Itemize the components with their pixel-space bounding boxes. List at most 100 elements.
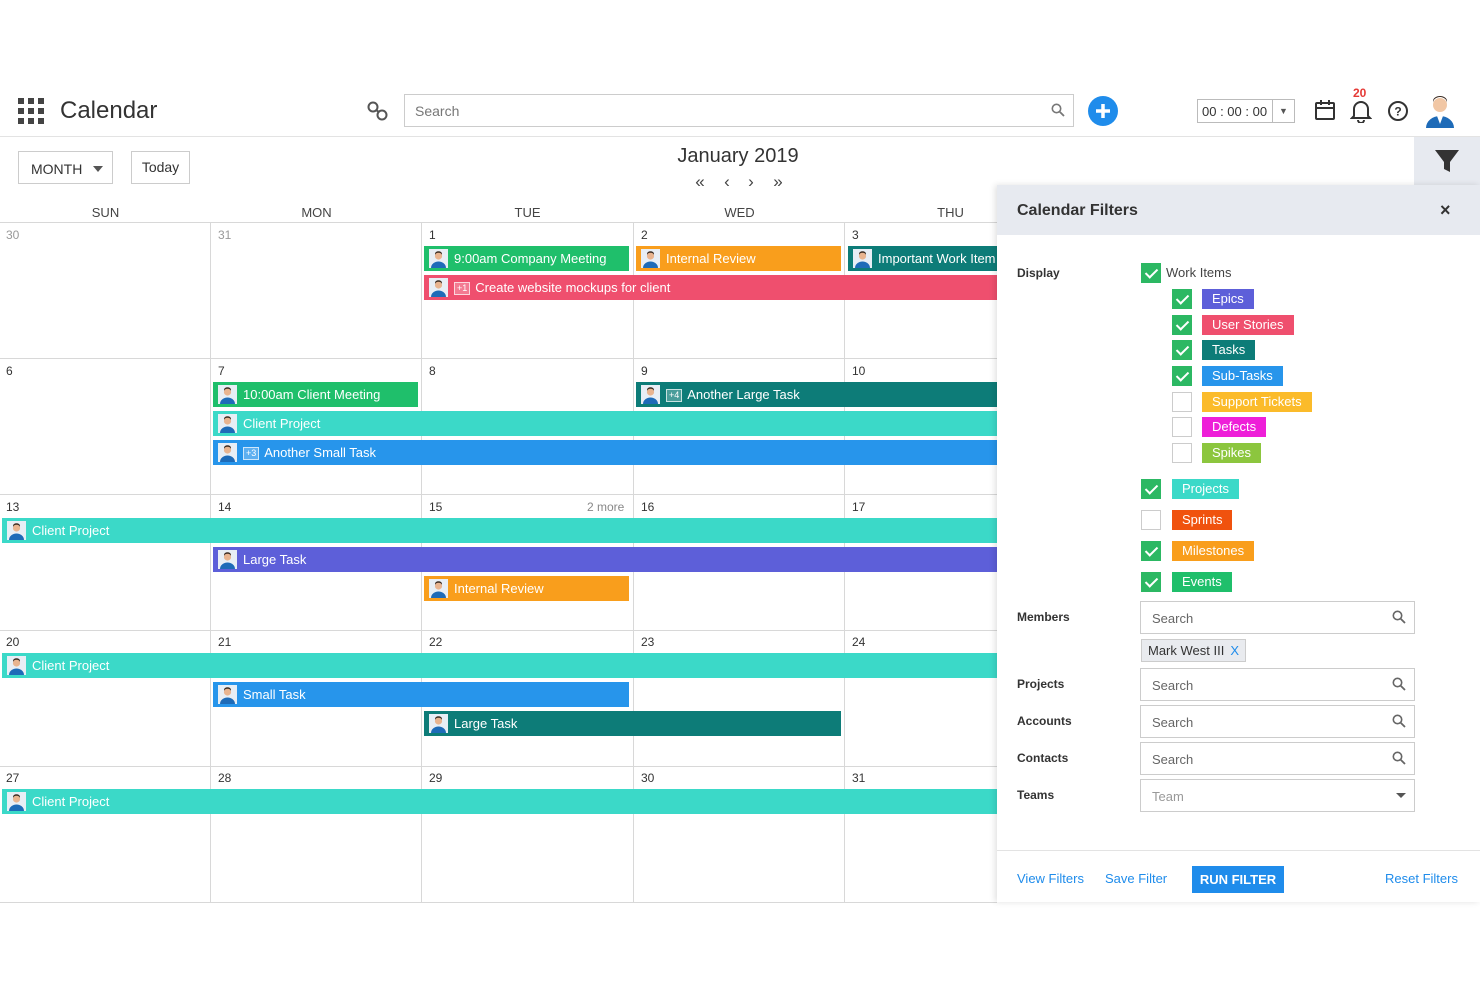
spikes-checkbox[interactable] <box>1172 443 1192 463</box>
assignee-avatar <box>429 579 448 598</box>
global-search[interactable] <box>404 94 1074 127</box>
sprints-checkbox[interactable] <box>1141 510 1161 530</box>
more-events-link[interactable]: 2 more <box>587 500 624 514</box>
bell-icon[interactable] <box>1350 99 1372 123</box>
contacts-search-input[interactable]: Search <box>1140 742 1415 775</box>
calendar-event[interactable]: Internal Review <box>636 246 841 271</box>
milestones-checkbox[interactable] <box>1141 541 1161 561</box>
accounts-search-input[interactable]: Search <box>1140 705 1415 738</box>
epics-checkbox[interactable] <box>1172 289 1192 309</box>
calendar-event[interactable]: Important Work Item <box>848 246 997 271</box>
calendar-event[interactable]: Small Task <box>213 682 629 707</box>
defects-checkbox[interactable] <box>1172 417 1192 437</box>
day-number[interactable]: 24 <box>852 635 865 649</box>
teams-select[interactable]: Team <box>1140 779 1415 812</box>
search-icon <box>1392 714 1406 728</box>
reset-filters-link[interactable]: Reset Filters <box>1385 871 1458 886</box>
prev-year-button[interactable]: « <box>690 172 710 192</box>
calendar-event[interactable]: Client Project <box>2 653 997 678</box>
filter-toggle[interactable] <box>1414 137 1480 185</box>
apps-grid-icon[interactable] <box>18 98 44 124</box>
day-number[interactable]: 31 <box>852 771 865 785</box>
projects-search-input[interactable]: Search <box>1140 668 1415 701</box>
day-number[interactable]: 27 <box>6 771 19 785</box>
calendar-event[interactable]: Client Project <box>2 518 997 543</box>
view-filters-link[interactable]: View Filters <box>1017 871 1084 886</box>
day-number[interactable]: 13 <box>6 500 19 514</box>
run-filter-button[interactable]: RUN FILTER <box>1192 866 1284 893</box>
day-number[interactable]: 7 <box>218 364 225 378</box>
day-number[interactable]: 30 <box>6 228 19 242</box>
remove-member-icon[interactable]: X <box>1230 643 1239 658</box>
next-month-button[interactable]: › <box>741 172 761 192</box>
day-number[interactable]: 31 <box>218 228 231 242</box>
events-checkbox[interactable] <box>1141 572 1161 592</box>
link-icon[interactable] <box>366 100 390 122</box>
day-number[interactable]: 16 <box>641 500 654 514</box>
day-number[interactable]: 14 <box>218 500 231 514</box>
day-number[interactable]: 23 <box>641 635 654 649</box>
day-number[interactable]: 28 <box>218 771 231 785</box>
work-items-checkbox[interactable] <box>1141 263 1161 283</box>
calendar-event[interactable]: +3 Another Small Task <box>213 440 997 465</box>
notification-count: 20 <box>1353 86 1367 100</box>
time-tracker[interactable]: 00 : 00 : 00 ▼ <box>1197 99 1295 123</box>
day-number[interactable]: 17 <box>852 500 865 514</box>
calendar-event[interactable]: Client Project <box>2 789 997 814</box>
weekday-mon: MON <box>301 205 332 220</box>
teams-label: Teams <box>1017 788 1055 802</box>
user-stories-checkbox[interactable] <box>1172 315 1192 335</box>
event-title: 10:00am Client Meeting <box>243 387 381 402</box>
day-number[interactable]: 9 <box>641 364 648 378</box>
day-number[interactable]: 8 <box>429 364 436 378</box>
day-number[interactable]: 20 <box>6 635 19 649</box>
members-search-input[interactable]: Search <box>1140 601 1415 634</box>
today-button[interactable]: Today <box>131 151 190 184</box>
grid-line <box>0 902 997 903</box>
projects-checkbox[interactable] <box>1141 479 1161 499</box>
tasks-tag: Tasks <box>1202 340 1256 360</box>
day-number[interactable]: 29 <box>429 771 442 785</box>
events-tag: Events <box>1172 572 1232 592</box>
panel-header: Calendar Filters × <box>997 185 1480 235</box>
user-avatar[interactable] <box>1422 94 1458 128</box>
view-select[interactable]: MONTH <box>18 151 113 184</box>
day-number[interactable]: 30 <box>641 771 654 785</box>
assignee-avatar <box>429 278 448 297</box>
calendar-event[interactable]: +1 Create website mockups for client <box>424 275 997 300</box>
calendar-event[interactable]: 10:00am Client Meeting <box>213 382 418 407</box>
prev-month-button[interactable]: ‹ <box>717 172 737 192</box>
grid-line <box>0 494 997 495</box>
member-chip: Mark West III X <box>1141 639 1246 662</box>
search-input[interactable] <box>405 95 1025 126</box>
tasks-checkbox[interactable] <box>1172 340 1192 360</box>
month-title: January 2019 <box>677 145 799 167</box>
extra-count-badge: +1 <box>454 282 471 295</box>
caret-down-icon[interactable]: ▼ <box>1272 100 1294 122</box>
sub-tasks-checkbox[interactable] <box>1172 366 1192 386</box>
day-number[interactable]: 15 <box>429 500 442 514</box>
day-number[interactable]: 3 <box>852 228 859 242</box>
calendar-event[interactable]: +4 Another Large Task <box>636 382 997 407</box>
add-button[interactable] <box>1088 96 1118 126</box>
calendar-event[interactable]: Large Task <box>424 711 841 736</box>
support-tickets-checkbox[interactable] <box>1172 392 1192 412</box>
help-icon[interactable]: ? <box>1387 100 1409 122</box>
weekday-wed: WED <box>724 205 755 220</box>
save-filter-link[interactable]: Save Filter <box>1105 871 1167 886</box>
day-number[interactable]: 21 <box>218 635 231 649</box>
search-icon <box>1392 610 1406 624</box>
day-number[interactable]: 10 <box>852 364 865 378</box>
search-icon <box>1392 677 1406 691</box>
close-icon[interactable]: × <box>1440 200 1451 221</box>
calendar-event[interactable]: Large Task <box>213 547 997 572</box>
calendar-event[interactable]: Client Project <box>213 411 997 436</box>
calendar-event[interactable]: Internal Review <box>424 576 629 601</box>
day-number[interactable]: 6 <box>6 364 13 378</box>
calendar-event[interactable]: 9:00am Company Meeting <box>424 246 629 271</box>
day-number[interactable]: 2 <box>641 228 648 242</box>
day-number[interactable]: 22 <box>429 635 442 649</box>
day-number[interactable]: 1 <box>429 228 436 242</box>
calendar-icon[interactable] <box>1314 99 1336 121</box>
next-year-button[interactable]: » <box>768 172 788 192</box>
